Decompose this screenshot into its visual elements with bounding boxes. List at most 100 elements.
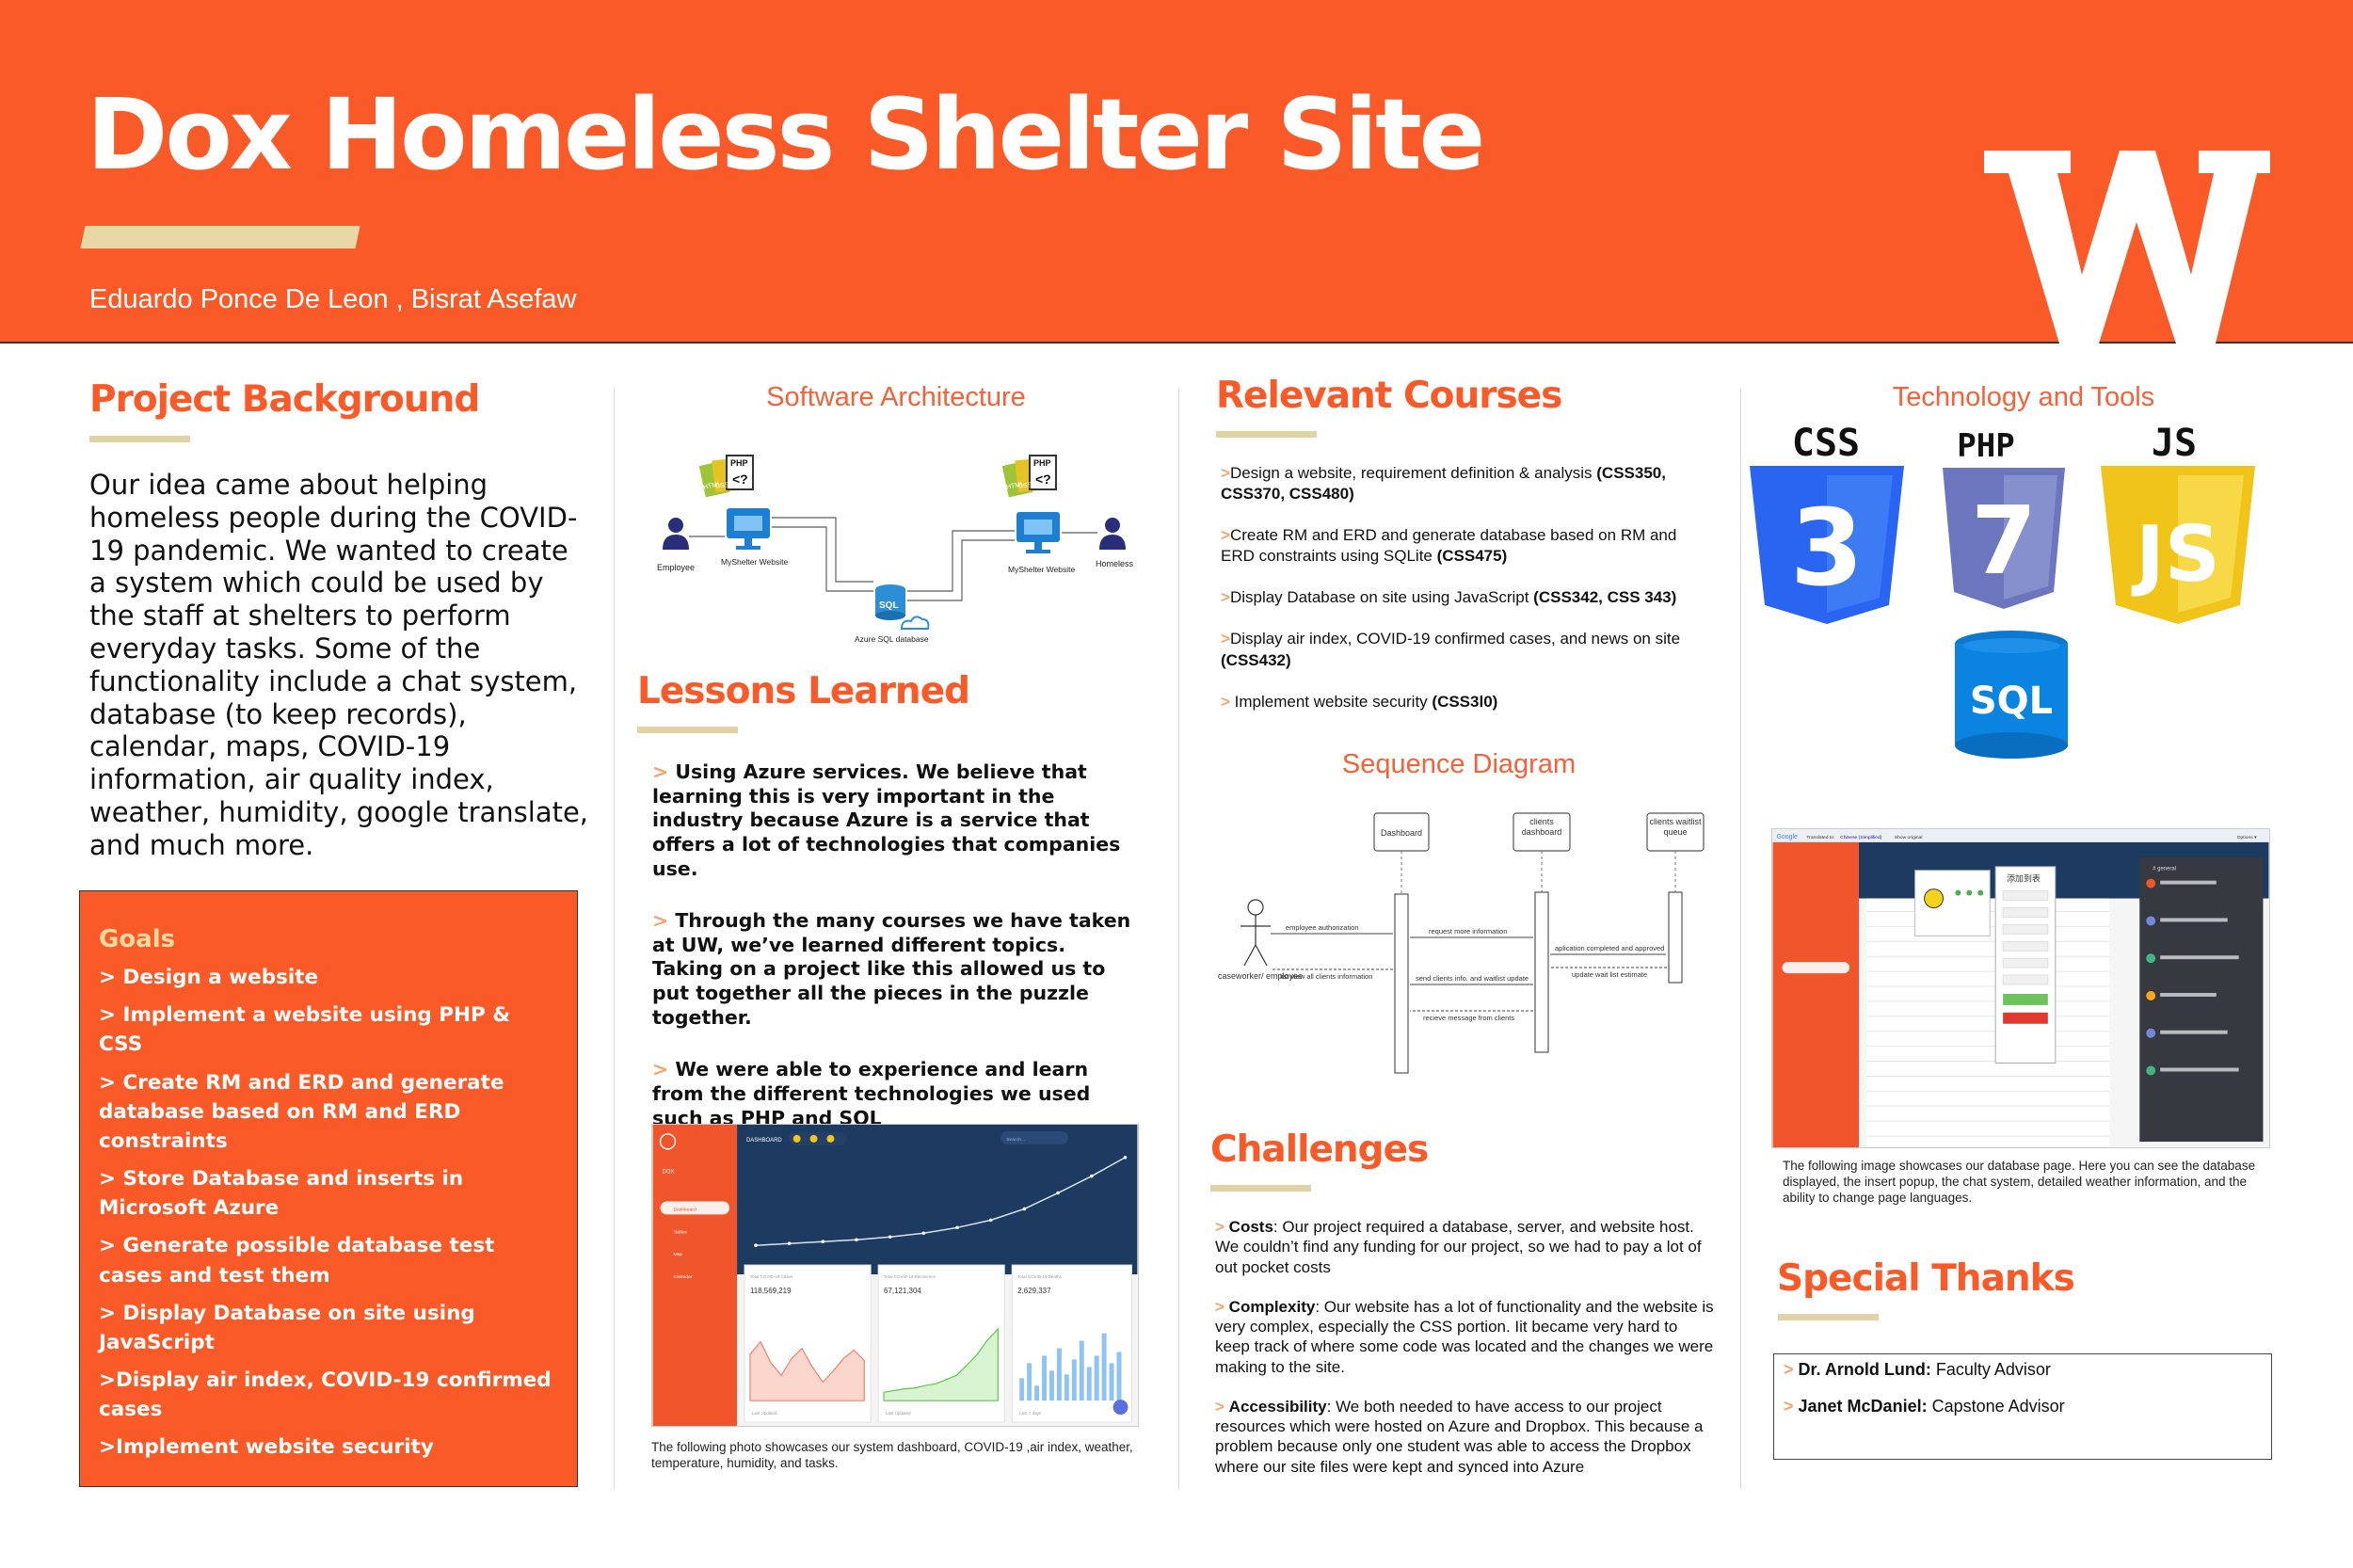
monitor-icon (727, 508, 770, 550)
chat-avatar (2146, 916, 2156, 926)
death-bar (1042, 1355, 1047, 1401)
goal-item: > Display Database on site using JavaScr… (99, 1301, 475, 1354)
uw-w-logo (1984, 151, 2270, 344)
section-underline (1216, 431, 1317, 438)
poster-header: Dox Homeless Shelter Site Eduardo Ponce … (0, 0, 2353, 344)
course-item: >Create RM and ERD and generate database… (1221, 526, 1677, 566)
death-bar (1019, 1378, 1025, 1401)
chat-channel: # general (2153, 867, 2176, 872)
stat-footer: Last Updated (886, 1411, 911, 1416)
insert-submit-button (2003, 993, 2048, 1005)
sql-database-icon: SQL (1955, 631, 2068, 759)
death-bar (1079, 1340, 1084, 1401)
thanks-item: > Dr. Arnold Lund: Faculty Advisor (1784, 1360, 2051, 1379)
chat-bubble-icon (1112, 1400, 1128, 1416)
section-underline (89, 436, 190, 442)
lifeline-label: clients dashboard (1521, 817, 1562, 837)
db-icon-label: SQL (879, 600, 899, 611)
chat-avatar (2146, 1065, 2156, 1076)
css-label: CSS (1791, 422, 1861, 465)
challenge-item: > Costs: Our project required a database… (1215, 1218, 1702, 1276)
goal-item: > Store Database and inserts in Microsof… (99, 1167, 464, 1221)
death-bar (1034, 1385, 1040, 1401)
sequence-message: request more information (1429, 927, 1507, 936)
nav-item: Calendar (673, 1274, 692, 1280)
line-point (787, 1241, 792, 1245)
lessons-learned-list: > Using Azure services. We believe that … (652, 760, 1142, 1159)
line-point (1022, 1207, 1027, 1211)
show-original-button: Show original (1895, 835, 1923, 840)
nav-active-pill (1782, 962, 1850, 974)
death-bar (1101, 1333, 1107, 1401)
options-button: Options ▾ (2237, 835, 2257, 840)
challenges-title: Challenges (1210, 1128, 1429, 1171)
dashboard-header-label: DASHBOARD (746, 1138, 782, 1144)
chat-avatar (2146, 878, 2156, 888)
course-item: >Display air index, COVID-19 confirmed c… (1221, 630, 1681, 669)
stat-value: 2,629,337 (1017, 1287, 1051, 1295)
project-background-text: Our idea came about helping homeless peo… (89, 469, 589, 861)
dashboard-caption: The following photo showcases our system… (651, 1440, 1133, 1470)
section-underline (1778, 1314, 1879, 1320)
css3-number: 3 (1790, 488, 1864, 610)
line-point (1123, 1155, 1128, 1160)
homeless-user-icon (1099, 518, 1126, 550)
goal-item: > Implement a website using PHP & CSS (99, 1003, 511, 1057)
goal-item: > Design a website (99, 966, 319, 989)
lesson-item: > Using Azure services. We believe that … (652, 760, 1121, 880)
nav-item: Dashboard (673, 1207, 696, 1212)
file-label: PHP (1033, 458, 1051, 468)
death-bar (1086, 1367, 1092, 1401)
sequence-diagram-title: Sequence Diagram (1341, 749, 1577, 779)
relevant-courses-title: Relevant Courses (1216, 375, 1562, 417)
chat-message-line (2160, 955, 2239, 960)
special-thanks-box: > Dr. Arnold Lund: Faculty Advisor > Jan… (1773, 1353, 2272, 1460)
stat-label: Total COVID-19 Deaths (1017, 1274, 1062, 1279)
technology-tools-title: Technology and Tools (1892, 382, 2155, 412)
title-accent-bar (80, 226, 360, 248)
death-bar (1094, 1355, 1099, 1401)
section-underline (637, 727, 738, 733)
line-point (921, 1231, 926, 1236)
sequence-message: send clients info. and waitlist update (1416, 974, 1529, 983)
software-architecture-diagram: PHP <? HTML CSS PHP <? HTML CSS Employee… (657, 455, 1134, 644)
website-label: MyShelter Website (1008, 565, 1075, 574)
monitor-icon (1016, 512, 1060, 553)
employee-label: Employee (657, 563, 695, 572)
nav-item: Map (673, 1252, 682, 1257)
line-point (988, 1218, 993, 1223)
challenge-item: > Complexity: Our website has a lot of f… (1215, 1297, 1714, 1376)
death-bar (1109, 1363, 1114, 1401)
chat-message-line (2160, 880, 2217, 885)
nav-item: Tables (673, 1229, 687, 1235)
insert-popup-title: 添加到表 (2007, 873, 2041, 885)
software-architecture-title: Software Architecture (766, 382, 1026, 412)
db-sidebar (1772, 841, 1860, 1147)
stat-label: Total COVID-19 Cases (750, 1274, 793, 1279)
php-label: PHP (1957, 427, 2015, 465)
lessons-learned-title: Lessons Learned (637, 670, 970, 712)
azure-db-label: Azure SQL database (855, 634, 929, 644)
file-symbol: <? (1035, 472, 1051, 487)
sequence-message: update wait list estimate (1572, 970, 1647, 979)
lesson-item: > Through the many courses we have taken… (652, 909, 1131, 1029)
death-bar (1064, 1374, 1069, 1401)
sequence-message: recieve message from clients (1423, 1014, 1514, 1022)
column-divider (614, 388, 615, 1489)
activation-bar (1534, 891, 1549, 1053)
lifeline-label: Dashboard (1381, 828, 1422, 838)
course-item: >Design a website, requirement definitio… (1221, 464, 1666, 504)
project-background-title: Project Background (89, 378, 480, 421)
js-label: JS (2151, 422, 2198, 465)
special-thanks-title: Special Thanks (1777, 1257, 2075, 1300)
chat-panel (2139, 856, 2264, 1143)
line-point (1089, 1174, 1094, 1178)
line-point (821, 1240, 825, 1244)
language-select: Chinese (Simplified) (1840, 835, 1882, 840)
death-bar (1048, 1370, 1054, 1401)
death-bar (1071, 1359, 1077, 1401)
stat-label: Total COVID-19 Recoveries (884, 1274, 936, 1279)
dashboard-chart-panel (737, 1125, 1138, 1275)
web-files-icon: PHP <? HTML CSS (1001, 455, 1057, 498)
web-files-icon: PHP <? HTML CSS (698, 455, 754, 498)
